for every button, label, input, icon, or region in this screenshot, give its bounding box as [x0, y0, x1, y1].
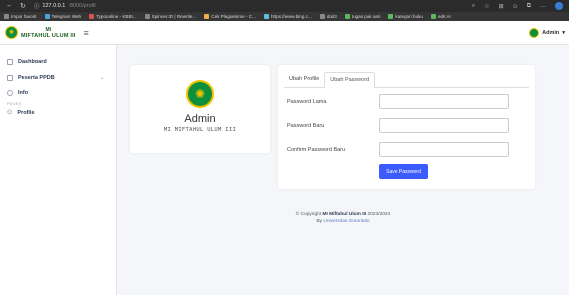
copyright-year: 2023/2024: [367, 212, 391, 217]
profile-card: ✺ Admin MI MIFTAHUL ULUM III: [130, 65, 270, 153]
field-label: Confirm Password Baru: [287, 146, 346, 153]
sidebar-item-dashboard[interactable]: Dashboard: [0, 54, 116, 70]
bookmark-icon: [44, 14, 50, 19]
bookmark-item[interactable]: Spinner.ID | Rewrite...: [144, 14, 196, 19]
copyright-line: © Copyright MI Miftahul Ulum III 2023/20…: [117, 211, 569, 218]
search-icon[interactable]: ⌕: [472, 3, 475, 10]
brand: MI MIFTAHUL ULUM III: [21, 27, 76, 39]
bookmark-icon: [144, 14, 150, 19]
url-host: 127.0.0.1: [42, 3, 66, 9]
bookmark-item[interactable]: Impor favorit: [4, 14, 37, 19]
user-icon: ⚇: [7, 110, 13, 116]
confirm-password-input[interactable]: [379, 142, 509, 157]
footer: © Copyright MI Miftahul Ulum III 2023/20…: [117, 211, 569, 225]
bookmark-item[interactable]: tugas pak asri: [344, 14, 380, 19]
avatar: [529, 27, 540, 38]
sidebar-item-label: Peserta PPDB: [18, 75, 55, 81]
info-icon: ⓘ: [33, 4, 40, 10]
old-password-input[interactable]: [379, 94, 509, 109]
form-row: Password Lama: [287, 94, 527, 109]
tab-ubah-profile[interactable]: Ubah Profile: [284, 72, 324, 88]
reload-icon[interactable]: ↻: [20, 2, 26, 10]
star-icon[interactable]: ☆: [484, 3, 489, 10]
url-path: :8000/profil: [68, 3, 96, 9]
bookmark-item[interactable]: doit3: [319, 14, 337, 19]
bookmarks-bar: Impor favorit Telegram Web Typoonline - …: [0, 12, 569, 21]
bookmark-icon: [388, 14, 394, 19]
credit-link[interactable]: Universitas Gorontalo: [323, 219, 369, 224]
new-password-input[interactable]: [379, 118, 509, 133]
bookmark-icon: [4, 14, 9, 19]
bookmark-item[interactable]: https://www.bing.c...: [263, 14, 312, 19]
school-logo: ✺: [186, 80, 214, 108]
favorites-icon[interactable]: ✩: [513, 3, 518, 10]
copyright-school: MI Miftahul Ulum III: [322, 212, 367, 217]
bookmark-icon: [344, 14, 350, 19]
save-password-button[interactable]: Save Password: [379, 164, 428, 179]
user-menu[interactable]: Admin ▾: [529, 27, 565, 38]
bookmark-icon: [263, 14, 269, 19]
info-icon: [7, 89, 13, 96]
chevron-down-icon: ⌄: [99, 75, 104, 81]
sidebar-item-peserta-ppdb[interactable]: Peserta PPDB ⌄: [0, 70, 116, 86]
field-label: Password Baru: [287, 122, 325, 129]
users-icon: [7, 75, 13, 81]
profile-school: MI MIFTAHUL ULUM III: [163, 127, 237, 133]
profile-name: Admin: [184, 113, 216, 125]
dashboard-icon: [7, 59, 13, 65]
bookmark-item[interactable]: edit AI: [431, 14, 451, 19]
browser-nav: ← ↻: [0, 2, 26, 10]
sidebar-item-profile[interactable]: ⚇ Profile: [0, 106, 116, 119]
tab-bar: Ubah Profile Ubah Password: [284, 72, 529, 88]
browser-profile-avatar[interactable]: [555, 2, 563, 10]
user-name: Admin: [542, 29, 560, 36]
tab-ubah-password[interactable]: Ubah Password: [324, 72, 376, 88]
sidebar-item-label: Dashboard: [18, 59, 47, 65]
back-icon[interactable]: ←: [6, 2, 13, 10]
bookmark-icon: [204, 14, 210, 19]
credit-line: By Universitas Gorontalo: [117, 218, 569, 225]
collections-icon[interactable]: ⧉: [527, 3, 531, 10]
copyright-prefix: © Copyright: [295, 212, 322, 217]
bookmark-icon: [319, 14, 325, 19]
sidebar-item-label: Info: [18, 89, 29, 96]
password-card: Ubah Profile Ubah Password Password Lama…: [278, 65, 535, 189]
sidebar: Dashboard Peserta PPDB ⌄ Info PAGES ⚇ Pr…: [0, 45, 117, 295]
browser-toolbar: ← ↻ ⓘ 127.0.0.1:8000/profil ⌕ ☆ ⊞ ✩ ⧉ …: [0, 0, 569, 12]
app-header: ✺ MI MIFTAHUL ULUM III ≡ Admin ▾: [0, 21, 569, 45]
form-row: Confirm Password Baru: [287, 142, 527, 157]
credit-prefix: By: [316, 219, 323, 224]
bookmark-item[interactable]: kategori buku: [388, 14, 423, 19]
school-logo: ✺: [5, 26, 18, 39]
sidebar-item-info[interactable]: Info: [0, 86, 116, 99]
chevron-down-icon: ▾: [562, 29, 565, 36]
bookmark-item[interactable]: Cek Plagiarisme - C...: [204, 14, 256, 19]
browser-actions: ⌕ ☆ ⊞ ✩ ⧉ …: [472, 2, 569, 10]
sidebar-item-label: Profile: [17, 109, 35, 116]
extensions-icon[interactable]: ⊞: [499, 3, 504, 10]
bookmark-icon: [89, 14, 95, 19]
bookmark-item[interactable]: Telegram Web: [44, 14, 81, 19]
field-label: Password Lama: [287, 98, 327, 105]
brand-name: MIFTAHUL ULUM III: [21, 32, 76, 39]
form-row: Password Baru: [287, 118, 527, 133]
menu-toggle-icon[interactable]: ≡: [84, 28, 89, 38]
address-bar[interactable]: ⓘ 127.0.0.1:8000/profil: [34, 2, 96, 10]
bookmark-icon: [431, 14, 436, 19]
more-icon[interactable]: …: [540, 3, 546, 9]
bookmark-item[interactable]: Typoonline - KBBI...: [89, 14, 137, 19]
